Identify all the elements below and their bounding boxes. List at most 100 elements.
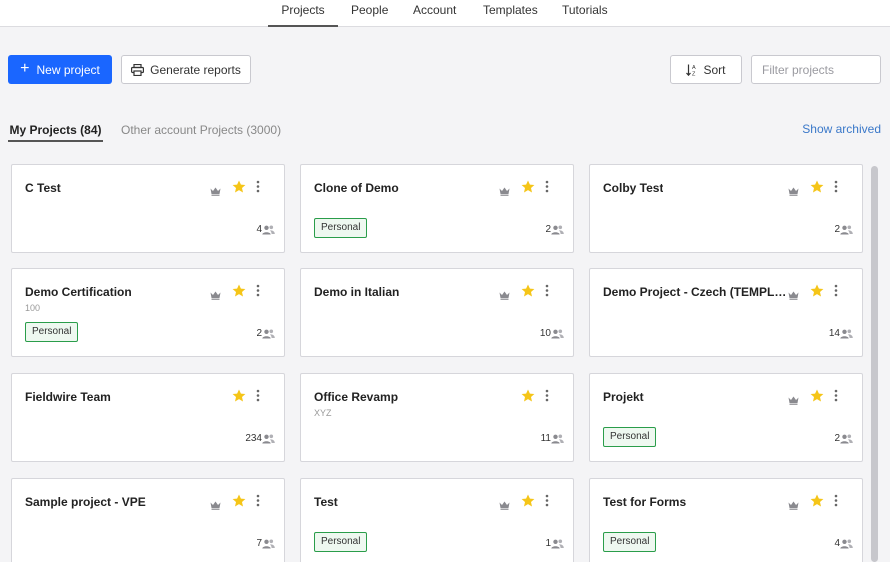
more-vertical-icon[interactable] [545,180,549,198]
people-icon [262,326,275,344]
generate-reports-label: Generate reports [150,62,241,77]
more-vertical-icon[interactable] [834,284,838,302]
personal-badge: Personal [25,322,79,342]
personal-badge: Personal [603,427,657,447]
star-icon[interactable] [810,389,824,407]
project-subtitle: 100 [25,303,41,313]
star-icon[interactable] [232,494,246,512]
tab-other-account-projects[interactable]: Other account Projects (3000) [121,123,281,142]
project-card[interactable]: Colby Test 2 [589,164,863,253]
project-card[interactable]: Clone of Demo Personal 2 [300,164,574,253]
star-icon[interactable] [232,180,246,198]
project-title: Test [314,495,338,509]
nav-tab-people[interactable]: People [351,0,388,27]
more-vertical-icon[interactable] [545,284,549,302]
people-icon [551,326,564,344]
personal-badge: Personal [314,532,368,552]
project-title: Demo Certification [25,285,132,299]
project-title: Colby Test [603,181,664,195]
crown-icon [788,392,799,410]
people-icon [262,536,275,554]
filter-projects-input[interactable] [751,55,881,84]
sort-button[interactable]: A Z Sort [670,55,742,84]
member-count: 11 [540,433,551,444]
project-card[interactable]: Demo Certification 100 Personal 2 [11,268,285,357]
project-subtitle: XYZ [314,408,332,418]
star-icon[interactable] [810,180,824,198]
personal-badge: Personal [314,218,368,238]
project-card[interactable]: Projekt Personal 2 [589,373,863,462]
more-vertical-icon[interactable] [834,180,838,198]
generate-reports-button[interactable]: Generate reports [121,55,251,84]
project-title: Demo in Italian [314,285,400,299]
more-vertical-icon[interactable] [545,389,549,407]
project-title: Sample project - VPE [25,495,146,509]
scrollbar[interactable] [871,166,878,562]
star-icon[interactable] [521,180,535,198]
new-project-button[interactable]: + New project [8,55,112,84]
project-card[interactable]: Test Personal 1 [300,478,574,562]
crown-icon [210,497,221,515]
project-title: Projekt [603,390,644,404]
people-icon [840,431,853,449]
project-title: Demo Project - Czech (TEMPLATE) [603,285,788,299]
project-card[interactable]: C Test 4 [11,164,285,253]
people-icon [840,222,853,240]
project-card[interactable]: Office Revamp XYZ 11 [300,373,574,462]
sort-icon: A Z [686,64,696,76]
project-title: Office Revamp [314,390,399,404]
star-icon[interactable] [521,494,535,512]
people-icon [262,431,275,449]
more-vertical-icon[interactable] [256,389,260,407]
nav-tab-projects[interactable]: Projects [268,0,338,27]
tab-my-projects[interactable]: My Projects (84) [8,123,103,142]
svg-text:A: A [692,65,696,71]
svg-text:Z: Z [692,71,696,76]
more-vertical-icon[interactable] [834,389,838,407]
star-icon[interactable] [232,284,246,302]
people-icon [262,222,275,240]
nav-tab-templates[interactable]: Templates [483,0,538,27]
project-card[interactable]: Demo in Italian 10 [300,268,574,357]
crown-icon [499,497,510,515]
star-icon[interactable] [521,284,535,302]
project-title: Clone of Demo [314,181,399,195]
crown-icon [499,183,510,201]
people-icon [551,536,564,554]
member-count: 10 [539,328,551,339]
nav-tab-account[interactable]: Account [413,0,456,27]
show-archived-link[interactable]: Show archived [802,122,881,136]
crown-icon [210,183,221,201]
people-icon [840,536,853,554]
project-title: Test for Forms [603,495,687,509]
people-icon [551,222,564,240]
star-icon[interactable] [232,389,246,407]
project-title: C Test [25,181,61,195]
star-icon[interactable] [521,389,535,407]
new-project-label: New project [36,62,100,77]
more-vertical-icon[interactable] [256,284,260,302]
project-card[interactable]: Demo Project - Czech (TEMPLATE) 14 [589,268,863,357]
personal-badge: Personal [603,532,657,552]
star-icon[interactable] [810,284,824,302]
crown-icon [788,287,799,305]
plus-icon: + [20,59,30,77]
sort-label: Sort [703,62,726,77]
project-title: Fieldwire Team [25,390,111,404]
top-navigation: Projects People Account Templates Tutori… [0,0,890,27]
more-vertical-icon[interactable] [545,494,549,512]
more-vertical-icon[interactable] [256,494,260,512]
people-icon [840,326,853,344]
project-card[interactable]: Test for Forms Personal 4 [589,478,863,562]
nav-tab-tutorials[interactable]: Tutorials [562,0,608,27]
star-icon[interactable] [810,494,824,512]
printer-icon [131,63,145,76]
crown-icon [210,287,221,305]
project-card[interactable]: Sample project - VPE 7 [11,478,285,562]
more-vertical-icon[interactable] [834,494,838,512]
crown-icon [788,497,799,515]
project-card[interactable]: Fieldwire Team 234 [11,373,285,462]
member-count: 234 [245,433,262,444]
more-vertical-icon[interactable] [256,180,260,198]
member-count: 14 [828,328,840,339]
